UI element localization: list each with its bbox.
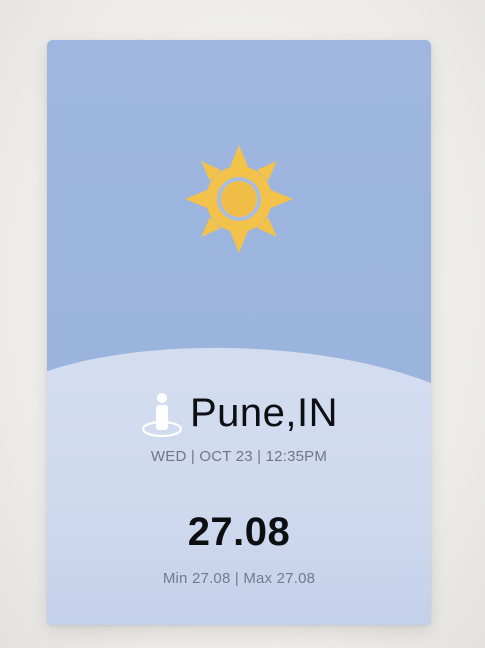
temperature: 27.08 bbox=[187, 510, 291, 554]
min-max-temperature: Min 27.08 | Max 27.08 bbox=[162, 570, 316, 587]
date-time: WED | OCT 23 | 12:35PM bbox=[150, 448, 328, 465]
page-background: Pune,IN WED | OCT 23 | 12:35PM 27.08 Min… bbox=[0, 0, 485, 648]
location-pin-icon bbox=[141, 393, 183, 438]
city-name: Pune,IN bbox=[189, 391, 339, 435]
weather-info: Pune,IN WED | OCT 23 | 12:35PM 27.08 Min… bbox=[47, 40, 431, 625]
location-row: Pune,IN bbox=[47, 386, 431, 440]
weather-card: Pune,IN WED | OCT 23 | 12:35PM 27.08 Min… bbox=[47, 40, 431, 625]
